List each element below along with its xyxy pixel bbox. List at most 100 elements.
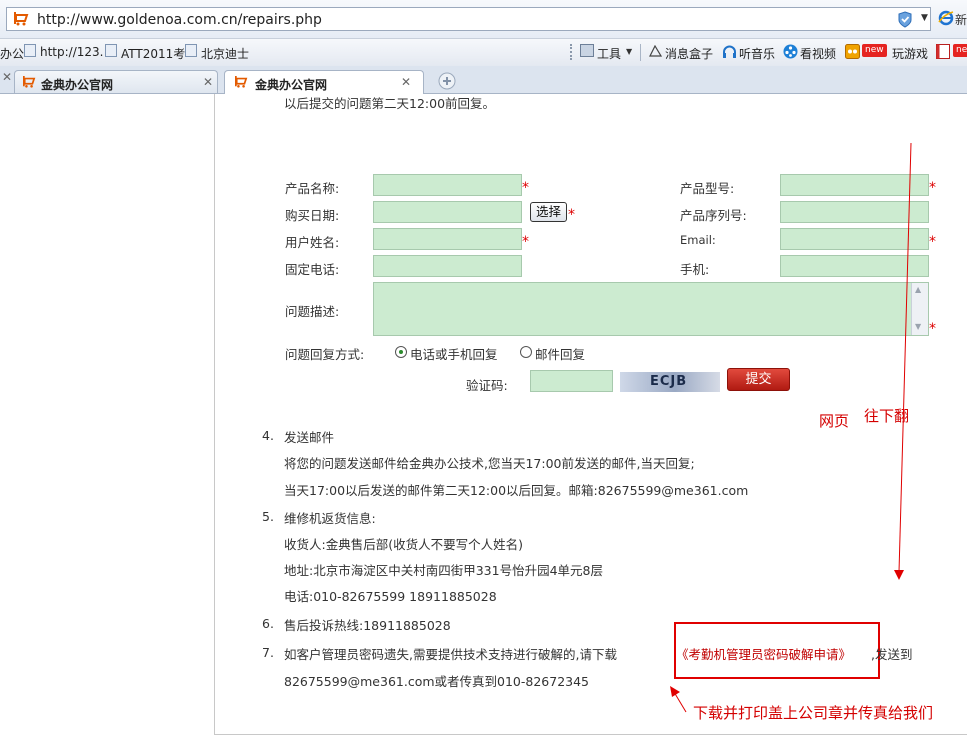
mobile-input[interactable] <box>780 255 929 277</box>
required-mark: * <box>929 321 936 337</box>
tab-goldenoa-1[interactable]: 金典办公官网 ✕ <box>14 70 218 93</box>
favorite-item-att2011[interactable]: ATT2011考 <box>121 45 185 62</box>
item-5-line: 收货人:金典售后部(收货人不要写个人姓名) <box>284 537 523 552</box>
scroll-arrow-head <box>894 570 904 580</box>
separator <box>640 44 641 61</box>
item-4-line: 当天17:00以后发送的邮件第二天12:00以后回复。邮箱:82675599@m… <box>284 483 749 498</box>
item-5-line: 电话:010-82675599 18911885028 <box>284 589 497 604</box>
problem-description-label: 问题描述: <box>285 304 340 319</box>
download-annotation: 下载并打印盖上公司章并传真给我们 <box>693 704 934 722</box>
submit-button[interactable]: 提交 <box>727 368 790 391</box>
item-5-title: 维修机返货信息: <box>284 511 376 526</box>
cart-icon <box>23 76 36 88</box>
item-7-line: 82675599@me361.com或者传真到010-82672345 <box>284 674 590 689</box>
intro-text: 以后提交的问题第二天12:00前回复。 <box>284 96 496 111</box>
captcha-image: ECJB <box>620 372 720 392</box>
user-name-input[interactable] <box>373 228 522 250</box>
radio-phone-label[interactable]: 电话或手机回复 <box>410 344 498 363</box>
video-button[interactable]: 看视频 <box>800 45 836 62</box>
required-mark: * <box>568 207 575 223</box>
send-icon <box>649 45 662 57</box>
email-label: Email: <box>680 233 716 247</box>
tools-icon <box>580 44 594 57</box>
page-icon <box>185 44 197 57</box>
tab-bar: ✕ 金典办公官网 ✕ 金典办公官网 ✕ <box>0 66 967 94</box>
tab-label: 金典办公官网 <box>41 78 114 92</box>
password-request-link[interactable]: 《考勤机管理员密码破解申请》 <box>676 644 851 663</box>
radio-email-label[interactable]: 邮件回复 <box>535 344 585 363</box>
scroll-annotation-a: 网页 <box>819 412 850 430</box>
games-button[interactable]: 玩游戏 <box>892 45 928 62</box>
close-icon[interactable]: ✕ <box>203 75 213 89</box>
scroll-down-icon[interactable]: ▼ <box>915 322 921 331</box>
tab-goldenoa-2[interactable]: 金典办公官网 ✕ <box>224 70 424 94</box>
favorites-bar: 办公 http://123. ATT2011考 北京迪士 工具 ▼ 消息盒子 听… <box>0 38 967 67</box>
message-box-button[interactable]: 消息盒子 <box>665 45 713 62</box>
ie-logo-icon[interactable] <box>938 10 954 26</box>
product-model-label: 产品型号: <box>680 181 735 196</box>
product-name-label: 产品名称: <box>285 181 340 196</box>
tools-menu[interactable]: 工具 <box>597 45 621 62</box>
close-icon[interactable]: ✕ <box>2 70 12 84</box>
music-button[interactable]: 听音乐 <box>739 45 775 62</box>
headphones-icon <box>723 45 736 58</box>
content-left-border <box>214 94 215 734</box>
address-field[interactable]: http://www.goldenoa.com.cn/repairs.php ▼ <box>6 7 931 31</box>
required-mark: * <box>522 234 529 250</box>
phone-input[interactable] <box>373 255 522 277</box>
item-number: 7. <box>262 645 274 660</box>
email-input[interactable] <box>780 228 929 250</box>
required-mark: * <box>522 180 529 196</box>
problem-description-textarea[interactable]: ▲ ▼ <box>373 282 929 336</box>
radio-email[interactable] <box>520 346 532 358</box>
right-cut-label[interactable]: 新 <box>955 11 967 28</box>
favorite-item-office[interactable]: 办公 <box>0 45 24 62</box>
serial-number-input[interactable] <box>780 201 929 223</box>
select-date-button[interactable]: 选择 <box>530 202 567 222</box>
purchase-date-input[interactable] <box>373 201 522 223</box>
new-badge: new <box>953 44 967 57</box>
scroll-annotation-b: 往下翻 <box>864 407 910 425</box>
item-number: 5. <box>262 509 274 524</box>
reply-method-label: 问题回复方式: <box>285 347 365 362</box>
item-7-text-after: ,发送到 <box>871 647 913 662</box>
required-mark: * <box>929 234 936 250</box>
item-5-line: 地址:北京市海淀区中关村南四街甲331号怡升园4单元8层 <box>284 563 603 578</box>
address-bar-area: http://www.goldenoa.com.cn/repairs.php ▼… <box>0 0 967 38</box>
scroll-up-icon[interactable]: ▲ <box>915 285 921 294</box>
shield-icon[interactable] <box>897 11 913 28</box>
notebook-icon <box>936 44 950 59</box>
dropdown-arrow-icon[interactable]: ▼ <box>921 13 928 23</box>
captcha-label: 验证码: <box>466 378 508 393</box>
item-number: 6. <box>262 616 274 631</box>
new-badge: new <box>862 44 887 57</box>
item-7-text: 如客户管理员密码遗失,需要提供技术支持进行破解的,请下载 <box>284 647 617 662</box>
captcha-text: ECJB <box>650 374 688 389</box>
required-mark: * <box>929 180 936 196</box>
product-name-input[interactable] <box>373 174 522 196</box>
tab-label: 金典办公官网 <box>255 78 328 92</box>
game-icon <box>845 44 860 59</box>
user-name-label: 用户姓名: <box>285 235 340 250</box>
film-reel-icon <box>783 44 798 59</box>
toolbar-grip <box>570 44 574 60</box>
favorite-item-disney[interactable]: 北京迪士 <box>201 45 249 62</box>
radio-selected-dot <box>399 350 403 354</box>
item-6-line: 售后投诉热线:18911885028 <box>284 618 451 633</box>
content-bottom-border <box>214 734 967 735</box>
cart-icon <box>14 12 29 26</box>
textarea-scrollbar[interactable]: ▲ ▼ <box>911 283 928 335</box>
product-model-input[interactable] <box>780 174 929 196</box>
download-arrow-line <box>673 691 687 713</box>
chevron-down-icon[interactable]: ▼ <box>626 47 632 56</box>
url-text: http://www.goldenoa.com.cn/repairs.php <box>37 12 322 28</box>
new-tab-icon[interactable] <box>438 72 456 90</box>
page-icon <box>24 44 36 57</box>
captcha-input[interactable] <box>530 370 613 392</box>
item-number: 4. <box>262 428 274 443</box>
download-arrow-head <box>670 686 680 697</box>
close-icon[interactable]: ✕ <box>401 75 411 89</box>
favorite-item-123[interactable]: http://123. <box>40 45 103 59</box>
item-4-line: 将您的问题发送邮件给金典办公技术,您当天17:00前发送的邮件,当天回复; <box>284 456 695 471</box>
radio-phone[interactable] <box>395 346 407 358</box>
